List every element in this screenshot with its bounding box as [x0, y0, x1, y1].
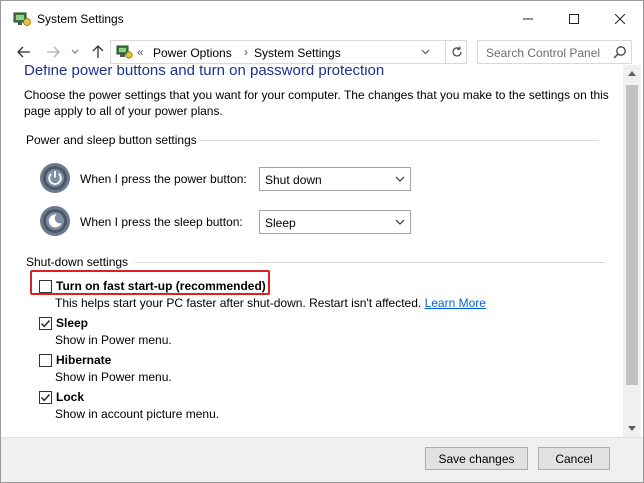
address-dropdown-button[interactable]	[415, 42, 435, 62]
power-button-action-select[interactable]: Shut down	[259, 167, 411, 191]
lock-description: Show in account picture menu.	[55, 407, 220, 421]
system-settings-window: System Settings « Power Options › System…	[0, 0, 644, 483]
section-divider	[135, 262, 605, 263]
chevron-down-icon	[395, 219, 405, 225]
maximize-button[interactable]	[551, 1, 597, 37]
triangle-up-icon	[628, 71, 636, 76]
checkmark-icon	[40, 320, 51, 328]
chevron-down-icon	[421, 49, 429, 55]
search-icon[interactable]	[613, 45, 627, 59]
scrollbar-thumb[interactable]	[626, 85, 638, 385]
vertical-scrollbar[interactable]	[623, 65, 641, 437]
fast-startup-highlight	[30, 270, 270, 295]
close-icon	[615, 14, 625, 24]
chevron-down-icon	[395, 176, 405, 182]
search-input[interactable]: Search Control Panel	[477, 40, 632, 64]
section-divider	[199, 140, 599, 141]
arrow-up-icon	[92, 45, 104, 58]
scroll-down-button[interactable]	[623, 420, 641, 437]
control-panel-icon	[116, 45, 133, 59]
lock-label[interactable]: Lock	[56, 390, 84, 404]
lock-checkbox[interactable]	[39, 391, 52, 404]
close-button[interactable]	[597, 1, 643, 37]
select-value: Shut down	[265, 173, 322, 187]
power-button-label: When I press the power button:	[80, 172, 247, 186]
search-placeholder: Search Control Panel	[486, 46, 601, 60]
sleep-description: Show in Power menu.	[55, 333, 172, 347]
intro-text: Choose the power settings that you want …	[24, 88, 609, 118]
content-pane: Define power buttons and turn on passwor…	[1, 65, 623, 437]
sleep-button-action-select[interactable]: Sleep	[259, 210, 411, 234]
title-bar: System Settings	[1, 1, 643, 37]
triangle-down-icon	[628, 426, 636, 431]
scroll-up-button[interactable]	[623, 65, 641, 82]
footer-bar: Save changes Cancel	[1, 437, 643, 482]
refresh-button[interactable]	[445, 41, 467, 63]
maximize-icon	[569, 14, 579, 24]
address-prefix: «	[137, 45, 144, 59]
description-text: This helps start your PC faster after sh…	[55, 296, 422, 310]
hibernate-label[interactable]: Hibernate	[56, 353, 111, 367]
hibernate-checkbox[interactable]	[39, 354, 52, 367]
fast-startup-description: This helps start your PC faster after sh…	[55, 296, 486, 310]
minimize-button[interactable]	[505, 1, 551, 37]
checkmark-icon	[40, 394, 51, 402]
cancel-button[interactable]: Cancel	[538, 447, 610, 470]
sleep-label[interactable]: Sleep	[56, 316, 88, 330]
forward-button[interactable]	[43, 42, 63, 62]
sleep-button-label: When I press the sleep button:	[80, 215, 243, 229]
breadcrumb-system-settings[interactable]: System Settings	[254, 46, 341, 60]
learn-more-link[interactable]: Learn More	[425, 296, 486, 310]
refresh-icon	[451, 46, 462, 57]
window-title: System Settings	[37, 12, 124, 26]
back-button[interactable]	[14, 42, 34, 62]
sleep-checkbox[interactable]	[39, 317, 52, 330]
recent-locations-button[interactable]	[65, 42, 85, 62]
breadcrumb-power-options[interactable]: Power Options	[153, 46, 232, 60]
power-section-label: Power and sleep button settings	[26, 133, 197, 147]
arrow-left-icon	[17, 46, 30, 58]
select-value: Sleep	[265, 216, 296, 230]
arrow-right-icon	[47, 46, 60, 58]
breadcrumb-separator[interactable]: ›	[244, 45, 248, 59]
chevron-down-icon	[71, 49, 79, 54]
hibernate-description: Show in Power menu.	[55, 370, 172, 384]
sleep-button-icon	[40, 206, 70, 236]
page-title: Define power buttons and turn on passwor…	[24, 65, 385, 79]
minimize-icon	[523, 18, 533, 20]
navigation-bar: « Power Options › System Settings Search…	[1, 39, 643, 65]
power-button-icon	[40, 163, 70, 193]
save-changes-button[interactable]: Save changes	[425, 447, 528, 470]
power-options-icon	[13, 12, 31, 26]
shutdown-section-label: Shut-down settings	[26, 255, 129, 269]
up-button[interactable]	[88, 42, 108, 62]
address-bar[interactable]: « Power Options › System Settings	[110, 40, 467, 64]
